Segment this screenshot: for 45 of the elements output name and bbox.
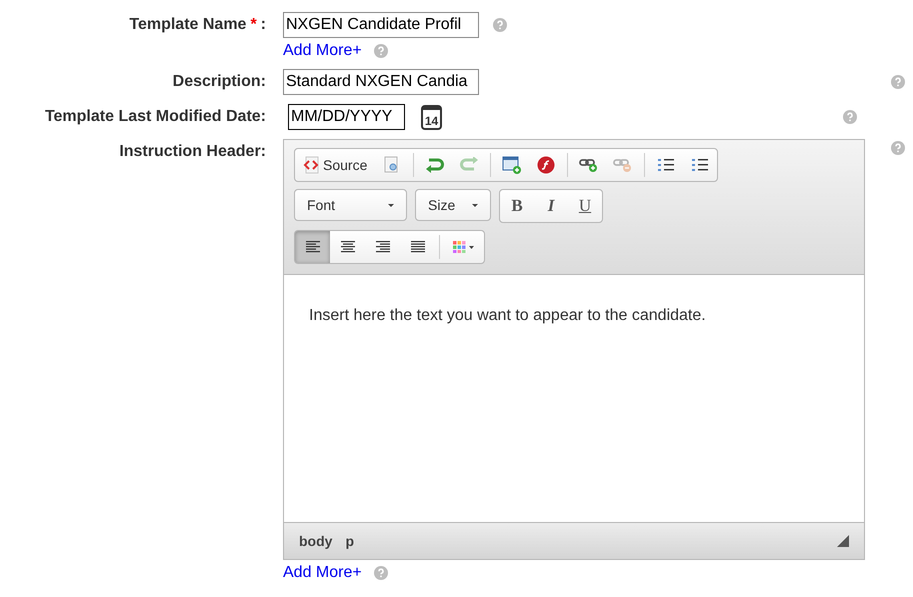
flash-icon	[537, 156, 556, 174]
caret-icon	[472, 204, 478, 206]
align-left-icon-icon	[304, 241, 320, 253]
help-icon[interactable]	[374, 566, 388, 580]
align-center-icon-icon	[340, 241, 356, 253]
redo-icon	[459, 157, 480, 173]
text-field[interactable]: NXGEN Candidate Profil	[283, 12, 479, 38]
required-mark: *	[250, 15, 257, 35]
resize-handle-icon[interactable]	[837, 535, 849, 547]
element-path-link[interactable]: body	[299, 530, 332, 552]
help-icon[interactable]	[843, 110, 857, 124]
link-icon	[579, 157, 600, 173]
add-more-link[interactable]: Add More+	[283, 39, 362, 63]
numbered-list-icon	[657, 157, 676, 173]
label-colon: :	[260, 15, 266, 35]
unlink-icon	[613, 157, 634, 173]
element-path-link[interactable]: p	[345, 530, 354, 552]
calendar-icon[interactable]: 14	[421, 104, 442, 130]
help-icon[interactable]	[374, 44, 388, 58]
source-button[interactable]: Source	[295, 149, 376, 181]
date-field[interactable]: MM/DD/YYYY	[288, 104, 405, 130]
bulleted-list-icon	[691, 157, 710, 173]
text-field[interactable]: Standard NXGEN Candia	[283, 69, 479, 95]
caret-icon	[388, 204, 394, 206]
field-label: Template Name	[129, 15, 246, 35]
field-label: Template Last Modified Date:	[44, 107, 266, 127]
field-label: Instruction Header:	[119, 142, 266, 162]
help-icon[interactable]	[891, 75, 905, 89]
color-palette-icon	[453, 241, 475, 253]
field-label: Description:	[172, 72, 266, 92]
align-right-icon-icon	[374, 241, 390, 253]
editor-text: Insert here the text you want to appear to the candidate.	[309, 306, 707, 326]
bold-button[interactable]: B	[500, 190, 534, 222]
add-more-link[interactable]: Add More+	[283, 561, 362, 585]
help-icon[interactable]	[493, 18, 507, 32]
align-left-button[interactable]	[295, 231, 330, 263]
dropdown[interactable]: Size	[415, 189, 491, 221]
image-add-icon	[502, 156, 522, 174]
code-icon	[303, 156, 319, 174]
dropdown[interactable]: Font	[294, 189, 407, 221]
help-icon[interactable]	[891, 141, 905, 155]
justify-icon-icon	[410, 241, 426, 253]
undo-icon	[425, 157, 446, 173]
underline-button[interactable]: U	[568, 190, 602, 222]
italic-button[interactable]: I	[534, 190, 568, 222]
